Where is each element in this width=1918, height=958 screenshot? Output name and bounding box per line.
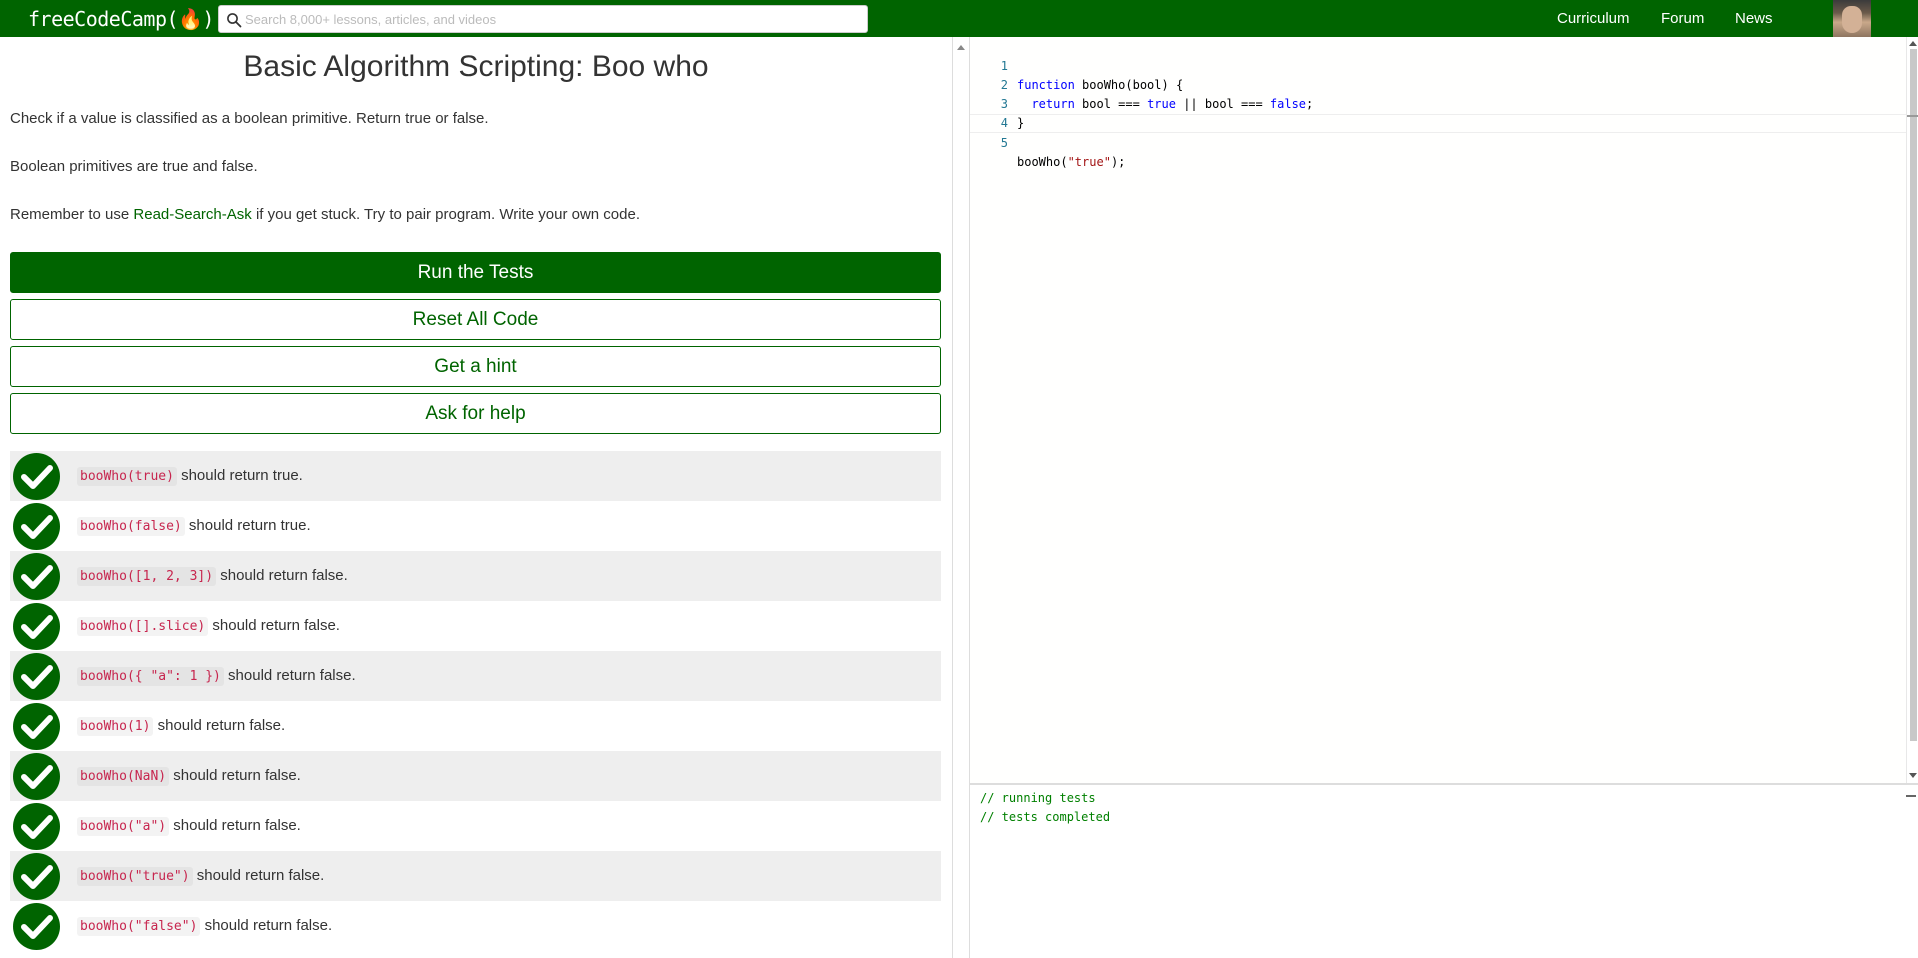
brand-logo[interactable]: freeCodeCamp(🔥)	[28, 5, 214, 33]
test-result-row: booWho(1) should return false.	[10, 701, 941, 751]
test-result-row: booWho({ "a": 1 }) should return false.	[10, 651, 941, 701]
check-icon	[13, 703, 60, 750]
test-description: booWho(false) should return true.	[77, 515, 311, 538]
test-result-row: booWho([].slice) should return false.	[10, 601, 941, 651]
test-description: booWho(NaN) should return false.	[77, 765, 301, 788]
search-icon	[227, 13, 242, 28]
code-token: booWho(	[1017, 155, 1068, 169]
reset-code-button[interactable]: Reset All Code	[10, 299, 941, 340]
test-description: booWho([].slice) should return false.	[77, 615, 340, 638]
code-editor[interactable]: 1 function booWho(bool) { 2 return bool …	[970, 37, 1918, 783]
panel-resize-handle[interactable]	[952, 37, 970, 958]
avatar-face	[1842, 6, 1862, 33]
test-text: should return false.	[192, 867, 325, 884]
check-icon	[13, 753, 60, 800]
test-text: should return true.	[184, 517, 311, 534]
test-code: booWho([].slice)	[77, 617, 209, 636]
test-text: should return false.	[223, 667, 356, 684]
scroll-up-icon[interactable]	[1909, 41, 1917, 46]
test-code: booWho("false")	[77, 917, 201, 936]
check-icon	[13, 503, 60, 550]
minimize-icon[interactable]	[1906, 795, 1916, 797]
read-search-ask-link[interactable]: Read-Search-Ask	[133, 206, 251, 223]
check-icon	[13, 653, 60, 700]
test-description: booWho([1, 2, 3]) should return false.	[77, 565, 348, 588]
nav-forum-link[interactable]: Forum	[1661, 0, 1704, 37]
test-result-row: booWho(false) should return true.	[10, 501, 941, 551]
test-code: booWho(NaN)	[77, 767, 170, 786]
test-result-row: booWho(true) should return true.	[10, 451, 941, 501]
output-line: // tests completed	[980, 810, 1111, 824]
cursor-position-marker	[1907, 115, 1918, 117]
code-text[interactable]: booWho("true");	[1017, 153, 1125, 172]
test-result-row: booWho("false") should return false.	[10, 901, 941, 951]
check-icon	[13, 603, 60, 650]
search-box[interactable]	[218, 5, 868, 33]
test-text: should return false.	[169, 817, 301, 834]
collapse-arrow-icon[interactable]	[957, 45, 965, 50]
test-result-row: booWho([1, 2, 3]) should return false.	[10, 551, 941, 601]
test-result-row: booWho("a") should return false.	[10, 801, 941, 851]
instructions-panel: Basic Algorithm Scripting: Boo who Check…	[0, 37, 952, 958]
get-hint-button[interactable]: Get a hint	[10, 346, 941, 387]
test-description: booWho("false") should return false.	[77, 915, 332, 938]
code-line-current[interactable]: 5 booWho("true");	[970, 114, 1906, 169]
code-string: "true"	[1067, 155, 1111, 169]
test-text: should return false.	[169, 767, 301, 784]
description-paragraph-1: Check if a value is classified as a bool…	[10, 110, 489, 127]
test-text: should return false.	[200, 917, 333, 934]
test-text: should return false.	[216, 567, 348, 584]
nav-news-link[interactable]: News	[1735, 0, 1773, 37]
output-console: // running tests // tests completed	[970, 783, 1918, 958]
test-code: booWho(true)	[77, 467, 177, 486]
description-paragraph-3: Remember to use Read-Search-Ask if you g…	[10, 205, 640, 225]
run-tests-button[interactable]: Run the Tests	[10, 252, 941, 293]
code-line[interactable]: 2 return bool === true || bool === false…	[970, 57, 1906, 111]
output-line: // running tests	[980, 791, 1096, 805]
description-text: if you get stuck. Try to pair program. W…	[251, 206, 640, 223]
check-icon	[13, 803, 60, 850]
test-code: booWho({ "a": 1 })	[77, 667, 224, 686]
search-input[interactable]	[245, 8, 860, 30]
test-text: should return false.	[208, 617, 340, 634]
test-description: booWho(1) should return false.	[77, 715, 285, 738]
scroll-down-icon[interactable]	[1909, 773, 1917, 778]
nav-curriculum-link[interactable]: Curriculum	[1557, 0, 1630, 37]
test-description: booWho("a") should return false.	[77, 815, 301, 838]
code-token: );	[1110, 155, 1126, 169]
check-icon	[13, 903, 60, 950]
scrollbar-thumb[interactable]	[1910, 49, 1917, 741]
test-code: booWho("a")	[77, 817, 170, 836]
top-navbar: freeCodeCamp(🔥) Curriculum Forum News	[0, 0, 1918, 37]
test-text: should return true.	[176, 467, 303, 484]
test-code: booWho(1)	[77, 717, 154, 736]
editor-scrollbar[interactable]	[1906, 37, 1918, 783]
description-paragraph-2: Boolean primitives are true and false.	[10, 158, 258, 175]
test-description: booWho("true") should return false.	[77, 865, 324, 888]
user-avatar[interactable]	[1833, 0, 1871, 37]
check-icon	[13, 453, 60, 500]
page-title: Basic Algorithm Scripting: Boo who	[243, 50, 709, 83]
ask-help-button[interactable]: Ask for help	[10, 393, 941, 434]
code-line[interactable]: 4	[970, 95, 1906, 130]
code-line[interactable]: 1 function booWho(bool) {	[970, 38, 1906, 92]
test-code: booWho([1, 2, 3])	[77, 567, 217, 586]
test-text: should return false.	[153, 717, 286, 734]
test-code: booWho(false)	[77, 517, 185, 536]
test-description: booWho({ "a": 1 }) should return false.	[77, 665, 356, 688]
test-result-row: booWho(NaN) should return false.	[10, 751, 941, 801]
code-line[interactable]: 3 }	[970, 76, 1906, 130]
test-result-row: booWho("true") should return false.	[10, 851, 941, 901]
check-icon	[13, 853, 60, 900]
line-number: 5	[1000, 136, 1008, 150]
check-icon	[13, 553, 60, 600]
test-code: booWho("true")	[77, 867, 193, 886]
description-text: Remember to use	[10, 206, 134, 223]
test-description: booWho(true) should return true.	[77, 465, 303, 488]
